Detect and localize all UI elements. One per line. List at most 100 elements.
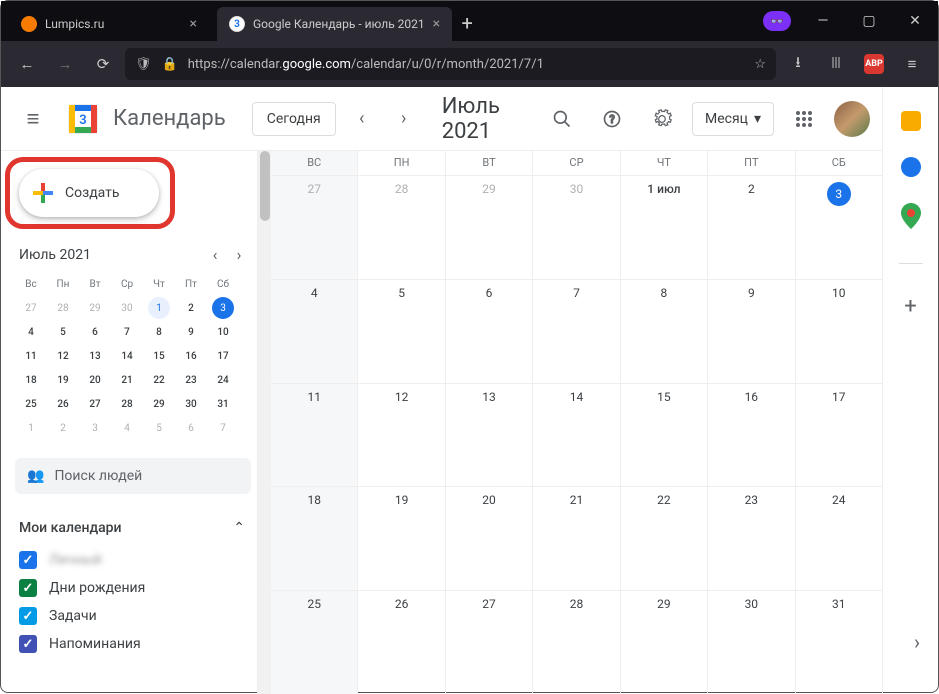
calendar-item[interactable]: ✓ Личный bbox=[13, 546, 257, 574]
mini-next-button[interactable]: › bbox=[227, 245, 251, 264]
grid-day[interactable]: 13 bbox=[445, 384, 532, 487]
grid-day[interactable]: 24 bbox=[795, 487, 882, 590]
mini-day[interactable]: 6 bbox=[175, 416, 207, 440]
grid-day[interactable]: 5 bbox=[357, 280, 444, 383]
grid-day[interactable]: 12 bbox=[357, 384, 444, 487]
tasks-icon[interactable] bbox=[901, 157, 921, 177]
mini-day[interactable]: 29 bbox=[79, 296, 111, 320]
mini-day[interactable]: 6 bbox=[79, 320, 111, 344]
mini-day[interactable]: 30 bbox=[175, 392, 207, 416]
my-calendars-header[interactable]: Мои календари ⌃ bbox=[13, 512, 257, 544]
mini-day[interactable]: 1 bbox=[15, 416, 47, 440]
mini-day[interactable]: 30 bbox=[111, 296, 143, 320]
library-icon[interactable]: ꔖ bbox=[820, 48, 852, 80]
settings-icon[interactable] bbox=[642, 99, 682, 139]
grid-day[interactable]: 29 bbox=[620, 591, 707, 694]
mini-day[interactable]: 15 bbox=[143, 344, 175, 368]
back-button[interactable]: ← bbox=[11, 48, 43, 80]
grid-day[interactable]: 17 bbox=[795, 384, 882, 487]
google-apps-icon[interactable] bbox=[784, 99, 824, 139]
downloads-icon[interactable]: ⭳ bbox=[782, 48, 814, 80]
grid-day[interactable]: 26 bbox=[357, 591, 444, 694]
search-icon[interactable] bbox=[542, 99, 582, 139]
grid-day[interactable]: 29 bbox=[445, 176, 532, 279]
mini-day[interactable]: 1 bbox=[143, 296, 175, 320]
mini-day[interactable]: 3 bbox=[79, 416, 111, 440]
create-button[interactable]: Создать bbox=[19, 169, 159, 217]
grid-day[interactable]: 8 bbox=[620, 280, 707, 383]
calendar-item[interactable]: ✓ Задачи bbox=[13, 602, 257, 630]
grid-day[interactable]: 10 bbox=[795, 280, 882, 383]
mini-day[interactable]: 5 bbox=[47, 320, 79, 344]
close-icon[interactable]: × bbox=[190, 16, 197, 32]
grid-day[interactable]: 6 bbox=[445, 280, 532, 383]
add-button[interactable]: + bbox=[904, 294, 916, 319]
grid-day[interactable]: 30 bbox=[532, 176, 619, 279]
grid-day[interactable]: 31 bbox=[795, 591, 882, 694]
tab-gcal[interactable]: 3 Google Календарь - июль 2021 × bbox=[217, 7, 452, 41]
grid-day[interactable]: 2 bbox=[707, 176, 794, 279]
close-icon[interactable]: × bbox=[433, 16, 440, 32]
mini-day[interactable]: 9 bbox=[175, 320, 207, 344]
grid-day[interactable]: 3 bbox=[795, 176, 882, 279]
mini-day[interactable]: 31 bbox=[207, 392, 239, 416]
grid-day[interactable]: 25 bbox=[271, 591, 357, 694]
maps-icon[interactable] bbox=[901, 203, 921, 233]
keep-icon[interactable] bbox=[901, 111, 921, 131]
tab-lumpics[interactable]: Lumpics.ru × bbox=[9, 7, 209, 41]
grid-day[interactable]: 28 bbox=[532, 591, 619, 694]
mini-day[interactable]: 2 bbox=[175, 296, 207, 320]
mini-day[interactable]: 11 bbox=[15, 344, 47, 368]
close-window-button[interactable]: ✕ bbox=[892, 1, 938, 41]
grid-day[interactable]: 4 bbox=[271, 280, 357, 383]
grid-day[interactable]: 30 bbox=[707, 591, 794, 694]
mini-day[interactable]: 26 bbox=[47, 392, 79, 416]
grid-day[interactable]: 16 bbox=[707, 384, 794, 487]
mini-day[interactable]: 18 bbox=[15, 368, 47, 392]
checkbox-icon[interactable]: ✓ bbox=[19, 607, 37, 625]
help-icon[interactable]: ? bbox=[592, 99, 632, 139]
calendar-item[interactable]: ✓ Напоминания bbox=[13, 630, 257, 658]
mini-day[interactable]: 20 bbox=[79, 368, 111, 392]
next-month-button[interactable]: › bbox=[388, 103, 420, 135]
grid-day[interactable]: 7 bbox=[532, 280, 619, 383]
mini-prev-button[interactable]: ‹ bbox=[203, 245, 227, 264]
grid-day[interactable]: 23 bbox=[707, 487, 794, 590]
grid-day[interactable]: 27 bbox=[445, 591, 532, 694]
mini-day[interactable]: 27 bbox=[79, 392, 111, 416]
sidebar-scrollbar[interactable] bbox=[257, 151, 271, 694]
mini-day[interactable]: 23 bbox=[175, 368, 207, 392]
mini-day[interactable]: 28 bbox=[111, 392, 143, 416]
mini-day[interactable]: 8 bbox=[143, 320, 175, 344]
grid-day[interactable]: 22 bbox=[620, 487, 707, 590]
main-menu-icon[interactable]: ≡ bbox=[13, 106, 53, 132]
mini-day[interactable]: 13 bbox=[79, 344, 111, 368]
forward-button[interactable]: → bbox=[49, 48, 81, 80]
reload-button[interactable]: ⟳ bbox=[87, 48, 119, 80]
grid-day[interactable]: 21 bbox=[532, 487, 619, 590]
search-people-input[interactable]: 👥 Поиск людей bbox=[15, 458, 251, 494]
mini-day[interactable]: 2 bbox=[47, 416, 79, 440]
grid-day[interactable]: 1 июл bbox=[620, 176, 707, 279]
new-tab-button[interactable]: + bbox=[452, 11, 482, 41]
view-selector[interactable]: Месяц▾ bbox=[692, 102, 774, 136]
mini-day[interactable]: 7 bbox=[111, 320, 143, 344]
mini-day[interactable]: 12 bbox=[47, 344, 79, 368]
prev-month-button[interactable]: ‹ bbox=[346, 103, 378, 135]
grid-day[interactable]: 20 bbox=[445, 487, 532, 590]
grid-day[interactable]: 27 bbox=[271, 176, 357, 279]
mini-day[interactable]: 21 bbox=[111, 368, 143, 392]
mini-day[interactable]: 3 bbox=[207, 296, 239, 320]
grid-day[interactable]: 18 bbox=[271, 487, 357, 590]
mini-day[interactable]: 28 bbox=[47, 296, 79, 320]
browser-menu-icon[interactable]: ≡ bbox=[896, 48, 928, 80]
grid-day[interactable]: 15 bbox=[620, 384, 707, 487]
mini-day[interactable]: 29 bbox=[143, 392, 175, 416]
mini-day[interactable]: 10 bbox=[207, 320, 239, 344]
grid-day[interactable]: 14 bbox=[532, 384, 619, 487]
mini-day[interactable]: 4 bbox=[111, 416, 143, 440]
collapse-panel-button[interactable]: › bbox=[914, 630, 920, 654]
calendar-item[interactable]: ✓ Дни рождения bbox=[13, 574, 257, 602]
checkbox-icon[interactable]: ✓ bbox=[19, 635, 37, 653]
mini-day[interactable]: 5 bbox=[143, 416, 175, 440]
